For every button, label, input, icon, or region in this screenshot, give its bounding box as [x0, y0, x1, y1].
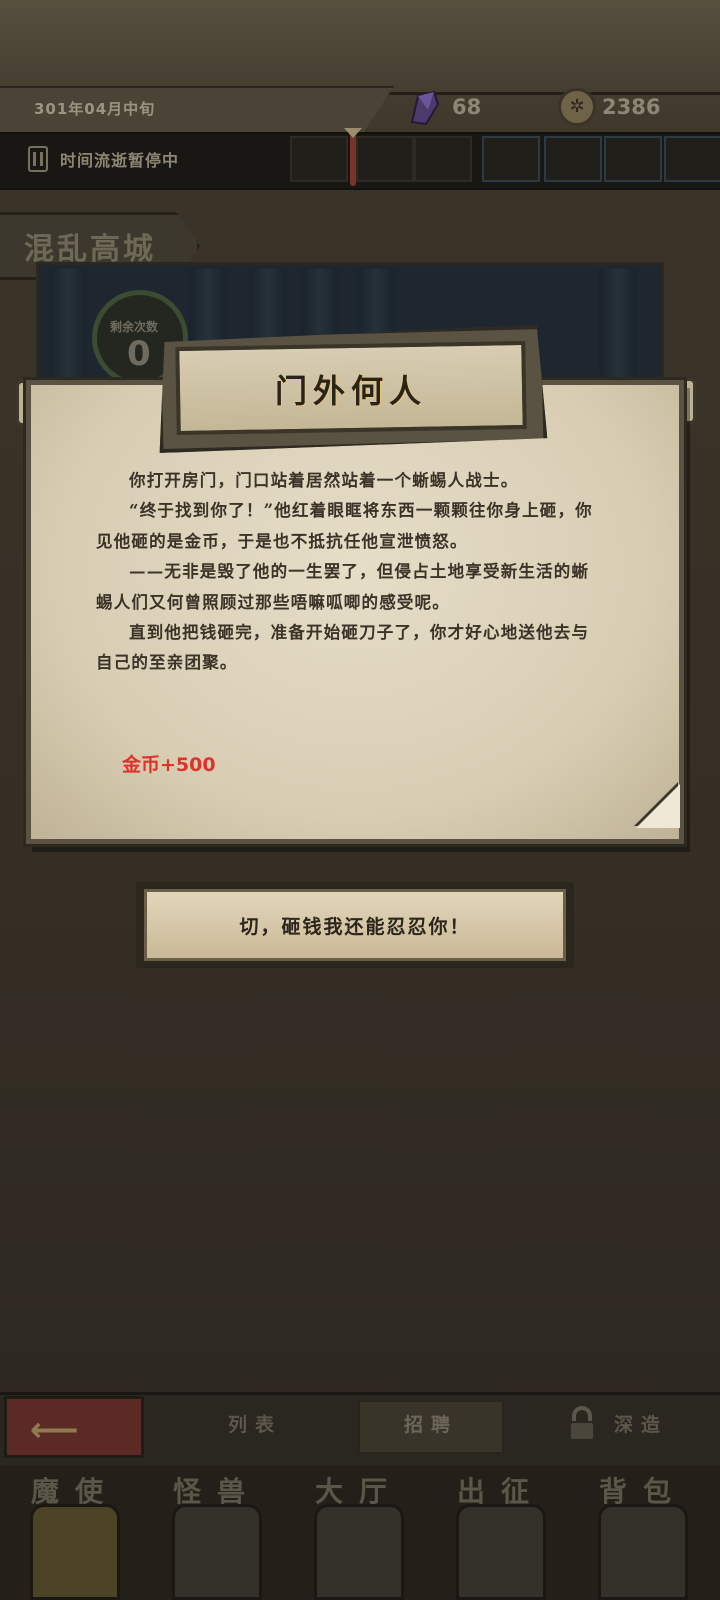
time-slot: [356, 136, 414, 182]
reward-text: 金币+500: [122, 754, 216, 776]
event-title: 门外何人: [274, 372, 427, 410]
time-slot: [482, 136, 540, 182]
story-paragraph: 直到他把钱砸完，准备开始砸刀子了，你才好心地送他去与自己的至亲团聚。: [96, 623, 590, 673]
time-status: 时间流逝暂停中: [60, 151, 180, 170]
nav-item-expedition[interactable]: 出征: [436, 1470, 566, 1600]
pause-icon[interactable]: [28, 146, 48, 172]
remaining-label: 剩余次数: [110, 320, 159, 334]
nav-item-hall[interactable]: 大厅: [294, 1470, 424, 1600]
coin-icon: ✲: [558, 88, 596, 126]
lock-icon: [569, 1406, 595, 1441]
skull-helmet-icon: [30, 1504, 120, 1600]
backpack-icon: [598, 1504, 688, 1600]
time-slot: [414, 136, 472, 182]
story-paragraph: ——无非是毁了他的一生罢了，但侵占土地享受新生活的蜥蜴人们又何曾照顾过那些唔嘛呱…: [96, 562, 590, 612]
nav-item-backpack[interactable]: 背包: [578, 1470, 708, 1600]
choice-label: 切，砸钱我还能忍忍你！: [239, 915, 471, 938]
purple-crystal-icon: [410, 90, 440, 126]
story-paragraph: 你打开房门，门口站着居然站着一个蜥蜴人战士。: [129, 471, 519, 490]
game-date: 301年04月中旬: [34, 100, 156, 118]
remaining-count: 0: [127, 334, 151, 374]
time-slot: [604, 136, 662, 182]
time-slot: [664, 136, 720, 182]
expedition-icon: [456, 1504, 546, 1600]
time-marker: [350, 130, 356, 186]
time-slot: [544, 136, 602, 182]
event-story: 你打开房门，门口站着居然站着一个蜥蜴人战士。 “终于找到你了！”他红着眼眶将东西…: [96, 466, 602, 679]
nav-item-monster[interactable]: 怪兽: [152, 1470, 282, 1600]
monster-face-icon: [172, 1504, 262, 1600]
coin-count: 2386: [602, 95, 661, 119]
nav-item-mage[interactable]: 魔使: [10, 1470, 140, 1600]
time-slot: [290, 136, 348, 182]
hall-icon: [314, 1504, 404, 1600]
choice-button[interactable]: 切，砸钱我还能忍忍你！: [144, 889, 566, 961]
tab-recruit[interactable]: 招聘: [404, 1410, 458, 1437]
back-arrow-icon: ⟵: [30, 1410, 79, 1450]
crystal-count: 68: [452, 95, 482, 119]
time-marker-cap: [344, 128, 362, 138]
page-curl-corner: [636, 784, 680, 828]
tab-list[interactable]: 列表: [228, 1410, 282, 1437]
story-paragraph: “终于找到你了！”他红着眼眶将东西一颗颗往你身上砸，你见他砸的是金币，于是也不抵…: [96, 501, 593, 551]
tab-deep-study[interactable]: 深造: [614, 1410, 668, 1437]
top-scroll-banner: [0, 0, 720, 95]
